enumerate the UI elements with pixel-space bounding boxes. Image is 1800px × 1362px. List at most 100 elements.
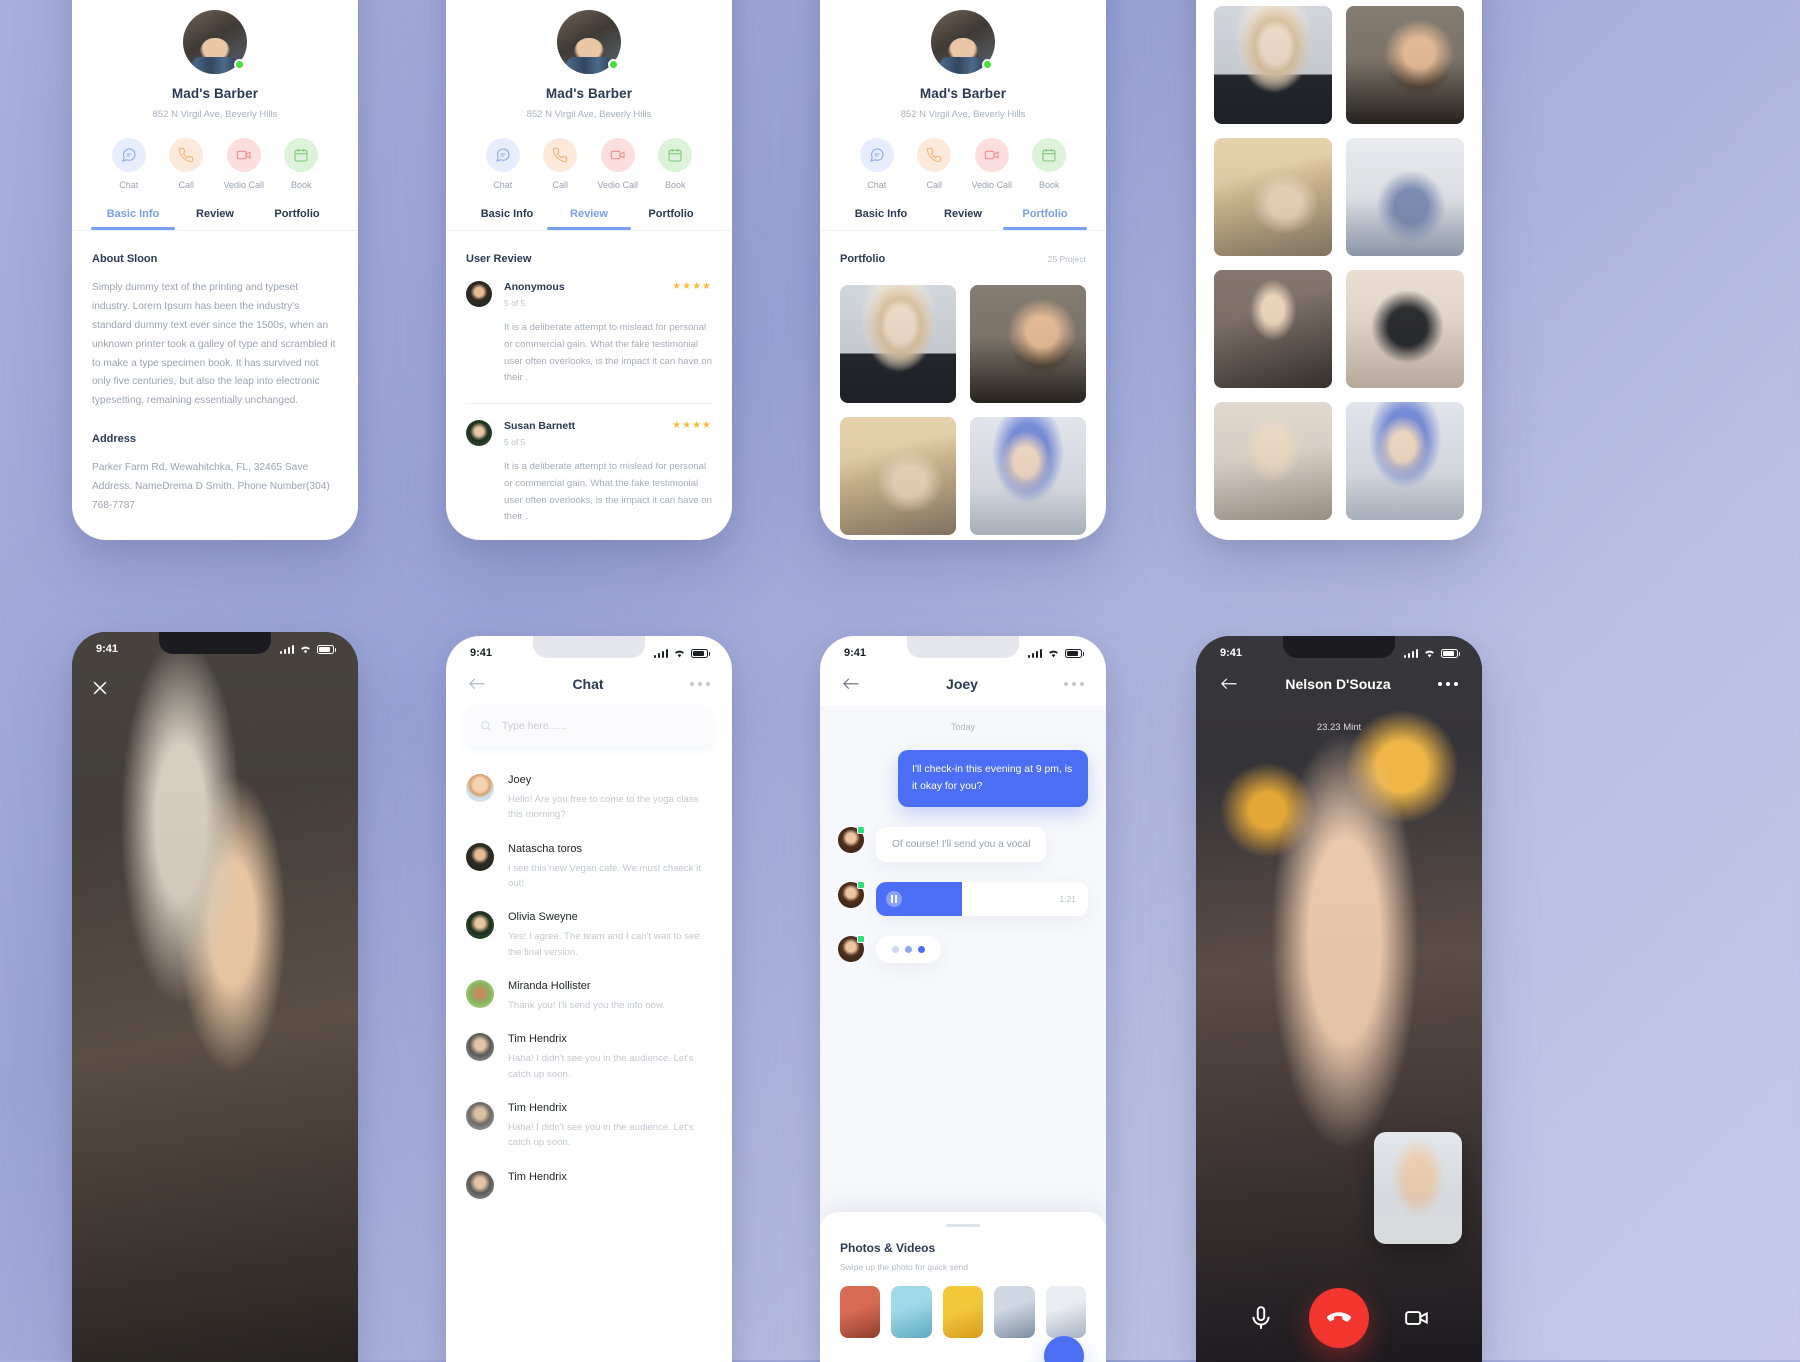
- tab-portfolio[interactable]: Portfolio: [1004, 208, 1086, 230]
- gallery-photo[interactable]: [1214, 138, 1332, 256]
- online-indicator: [857, 826, 865, 835]
- action-chat[interactable]: Chat: [848, 138, 906, 190]
- avatar: [466, 1170, 494, 1199]
- action-chat[interactable]: Chat: [100, 138, 158, 190]
- action-label: Chat: [867, 180, 887, 190]
- portfolio-photo[interactable]: [970, 285, 1086, 403]
- arrow-left-icon[interactable]: [468, 677, 486, 691]
- action-video-call[interactable]: Vedio Call: [963, 138, 1021, 190]
- avatar: [466, 420, 492, 447]
- avatar: [838, 935, 865, 963]
- list-item[interactable]: Miranda Hollister Thank you! I'll send y…: [446, 970, 732, 1023]
- close-icon[interactable]: [90, 678, 110, 698]
- tab-basic-info[interactable]: Basic Info: [840, 208, 922, 230]
- list-item[interactable]: Tim Hendrix Haha! I didn't see you in th…: [446, 1023, 732, 1092]
- battery-icon: [1065, 648, 1084, 658]
- tab-review[interactable]: Review: [548, 208, 630, 230]
- online-indicator: [234, 59, 245, 70]
- wifi-icon: [1425, 650, 1434, 658]
- remote-video-feed: [1196, 636, 1482, 1362]
- more-dots-icon[interactable]: [1438, 682, 1458, 686]
- address-title: Address: [92, 433, 137, 446]
- portfolio-photo[interactable]: [970, 417, 1086, 535]
- portfolio-photo[interactable]: [840, 417, 956, 535]
- gallery-photo[interactable]: [1346, 270, 1464, 388]
- search-input[interactable]: Type here......: [466, 706, 712, 746]
- profile-address: 852 N Virgil Ave, Beverly Hills: [526, 109, 652, 120]
- action-chat[interactable]: Chat: [474, 138, 532, 190]
- action-call[interactable]: Call: [906, 138, 964, 190]
- tab-basic-info[interactable]: Basic Info: [466, 208, 548, 230]
- contact-preview: Haha! I didn't see you in the audience. …: [508, 1053, 694, 1080]
- action-label: Vedio Call: [223, 180, 265, 190]
- portfolio-title: Portfolio: [840, 253, 886, 265]
- pause-icon[interactable]: [886, 891, 902, 908]
- phone-hangup-icon[interactable]: [1308, 1288, 1369, 1348]
- video-icon: [226, 138, 261, 172]
- wifi-icon: [1049, 650, 1058, 658]
- tab-review[interactable]: Review: [174, 208, 256, 230]
- more-dots-icon[interactable]: [690, 682, 710, 686]
- avatar: [466, 911, 494, 940]
- typing-indicator-row: [838, 935, 1088, 964]
- tab-portfolio[interactable]: Portfolio: [630, 208, 712, 230]
- gallery-photo[interactable]: [1346, 6, 1464, 124]
- chat-list-navbar: Chat: [446, 670, 732, 706]
- video-camera-icon[interactable]: [1404, 1305, 1430, 1331]
- thumbnail[interactable]: [994, 1286, 1035, 1338]
- action-book[interactable]: Book: [647, 138, 705, 190]
- thumbnail[interactable]: [840, 1286, 881, 1338]
- gallery-photo[interactable]: [1214, 402, 1332, 520]
- more-dots-icon[interactable]: [1064, 682, 1084, 686]
- action-book[interactable]: Book: [1021, 138, 1079, 190]
- reviewer-name: Susan Barnett: [504, 420, 576, 433]
- arrow-left-icon[interactable]: [842, 677, 860, 691]
- tab-portfolio[interactable]: Portfolio: [256, 208, 338, 230]
- screen-video-call: 9:41 Nelson D'Souza 23.23 Mint: [1196, 636, 1482, 1362]
- voice-message[interactable]: 1:21: [876, 882, 1088, 917]
- thumbnail[interactable]: [942, 1286, 984, 1338]
- thumbnail[interactable]: [891, 1286, 932, 1338]
- list-item[interactable]: Olivia Sweyne Yes! I agree. The team and…: [446, 901, 732, 970]
- page-title: Chat: [572, 676, 604, 692]
- outgoing-message: I'll check-in this evening at 9 pm, is i…: [898, 750, 1088, 808]
- gallery-photo[interactable]: [1346, 138, 1464, 256]
- action-label: Call: [178, 180, 194, 190]
- list-item[interactable]: Tim Hendrix Haha! I didn't see you in th…: [446, 1092, 732, 1161]
- avatar: [466, 1102, 494, 1131]
- gallery-photo[interactable]: [1214, 270, 1332, 388]
- send-button[interactable]: [1044, 1336, 1084, 1362]
- action-call[interactable]: Call: [158, 138, 216, 190]
- gallery-photo[interactable]: [1346, 402, 1464, 520]
- action-call[interactable]: Call: [532, 138, 590, 190]
- avatar: [838, 826, 865, 854]
- action-book[interactable]: Book: [273, 138, 331, 190]
- contact-name: Tim Hendrix: [508, 1170, 567, 1183]
- action-video-call[interactable]: Vedio Call: [589, 138, 647, 190]
- arrow-left-icon[interactable]: [1220, 677, 1238, 691]
- profile-tabs: Basic Info Review Portfolio: [92, 208, 338, 230]
- voice-duration: 1:21: [1059, 894, 1076, 905]
- contact-preview: Hello! Are you free to come to the yoga …: [508, 794, 699, 821]
- list-item[interactable]: Natascha toros I see this new Vegan café…: [446, 833, 732, 902]
- list-item[interactable]: Tim Hendrix: [446, 1161, 732, 1209]
- review-item: Anonymous 5 of 5 ★★★★ It is a deliberate…: [466, 265, 712, 403]
- portfolio-count: 25 Project: [1047, 254, 1086, 264]
- thumbnail[interactable]: [1045, 1286, 1087, 1338]
- portfolio-photo[interactable]: [840, 285, 956, 403]
- tab-basic-info[interactable]: Basic Info: [92, 208, 174, 230]
- list-item[interactable]: Joey Hello! Are you free to come to the …: [446, 764, 732, 833]
- self-video-preview[interactable]: [1374, 1132, 1462, 1244]
- action-video-call[interactable]: Vedio Call: [215, 138, 273, 190]
- drag-handle[interactable]: [946, 1224, 980, 1227]
- microphone-icon[interactable]: [1248, 1305, 1274, 1331]
- tab-review[interactable]: Review: [922, 208, 1004, 230]
- fullscreen-photo: [72, 632, 358, 1362]
- page-title: Mad's Barber: [545, 86, 633, 101]
- action-label: Call: [552, 180, 568, 190]
- profile-header: Mad's Barber 852 N Virgil Ave, Beverly H…: [820, 0, 1106, 230]
- star-rating-icon: ★★★★: [672, 420, 712, 432]
- gallery-photo[interactable]: [1214, 6, 1332, 124]
- contact-preview: I see this new Vegan café. We must chaec…: [508, 862, 701, 890]
- online-indicator: [857, 935, 865, 944]
